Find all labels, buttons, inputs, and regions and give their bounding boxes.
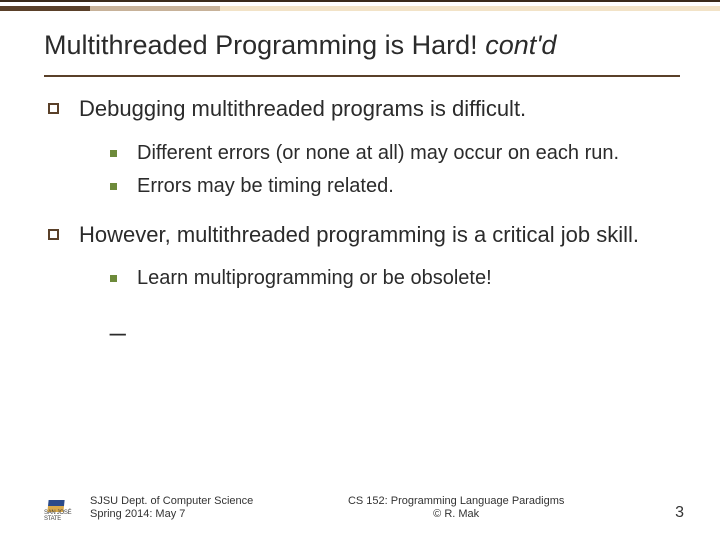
footer-course: CS 152: Programming Language Paradigms [253,495,659,509]
bar-segment-light [220,6,720,11]
footer-dept: SJSU Dept. of Computer Science [90,495,253,509]
square-bullet-icon [48,103,59,114]
bullet-text: Debugging multithreaded programs is diff… [79,95,526,123]
small-square-bullet-icon [110,275,117,282]
sub-bullet-text: Different errors (or none at all) may oc… [137,141,672,166]
footer-center: CS 152: Programming Language Paradigms ©… [253,495,659,523]
title-block: Multithreaded Programming is Hard! cont'… [0,12,720,69]
title-suffix: cont'd [485,30,556,60]
small-square-bullet-icon [110,183,117,190]
slide-body: Debugging multithreaded programs is diff… [0,77,720,338]
footer-left: SJSU Dept. of Computer Science Spring 20… [90,495,253,523]
title-main: Multithreaded Programming is Hard! [44,30,485,60]
slide-footer: SAN JOSÉ STATE SJSU Dept. of Computer Sc… [0,495,720,523]
logo-caption: SAN JOSÉ STATE [44,510,72,522]
footer-date: Spring 2014: May 7 [90,508,253,522]
decorative-top-bar [0,0,720,12]
trailing-dash: _ [110,303,672,338]
footer-copyright: © R. Mak [253,508,659,522]
sub-bullet-item: Different errors (or none at all) may oc… [110,141,672,166]
bullet-item: Debugging multithreaded programs is diff… [48,95,672,199]
bullet-text: However, multithreaded programming is a … [79,221,639,249]
sub-bullet-text: Learn multiprogramming or be obsolete! [137,266,672,291]
sub-bullet-item: Errors may be timing related. [110,174,672,199]
sjsu-logo: SAN JOSÉ STATE [44,500,72,522]
square-bullet-icon [48,229,59,240]
page-number: 3 [675,504,684,522]
slide-title: Multithreaded Programming is Hard! cont'… [44,30,680,61]
bar-segment-mid [90,6,220,11]
sub-bullet-text: Errors may be timing related. [137,174,672,199]
sub-bullet-item: Learn multiprogramming or be obsolete! [110,266,672,291]
bar-segment-dark [0,6,90,11]
small-square-bullet-icon [110,150,117,157]
bullet-item: However, multithreaded programming is a … [48,221,672,339]
